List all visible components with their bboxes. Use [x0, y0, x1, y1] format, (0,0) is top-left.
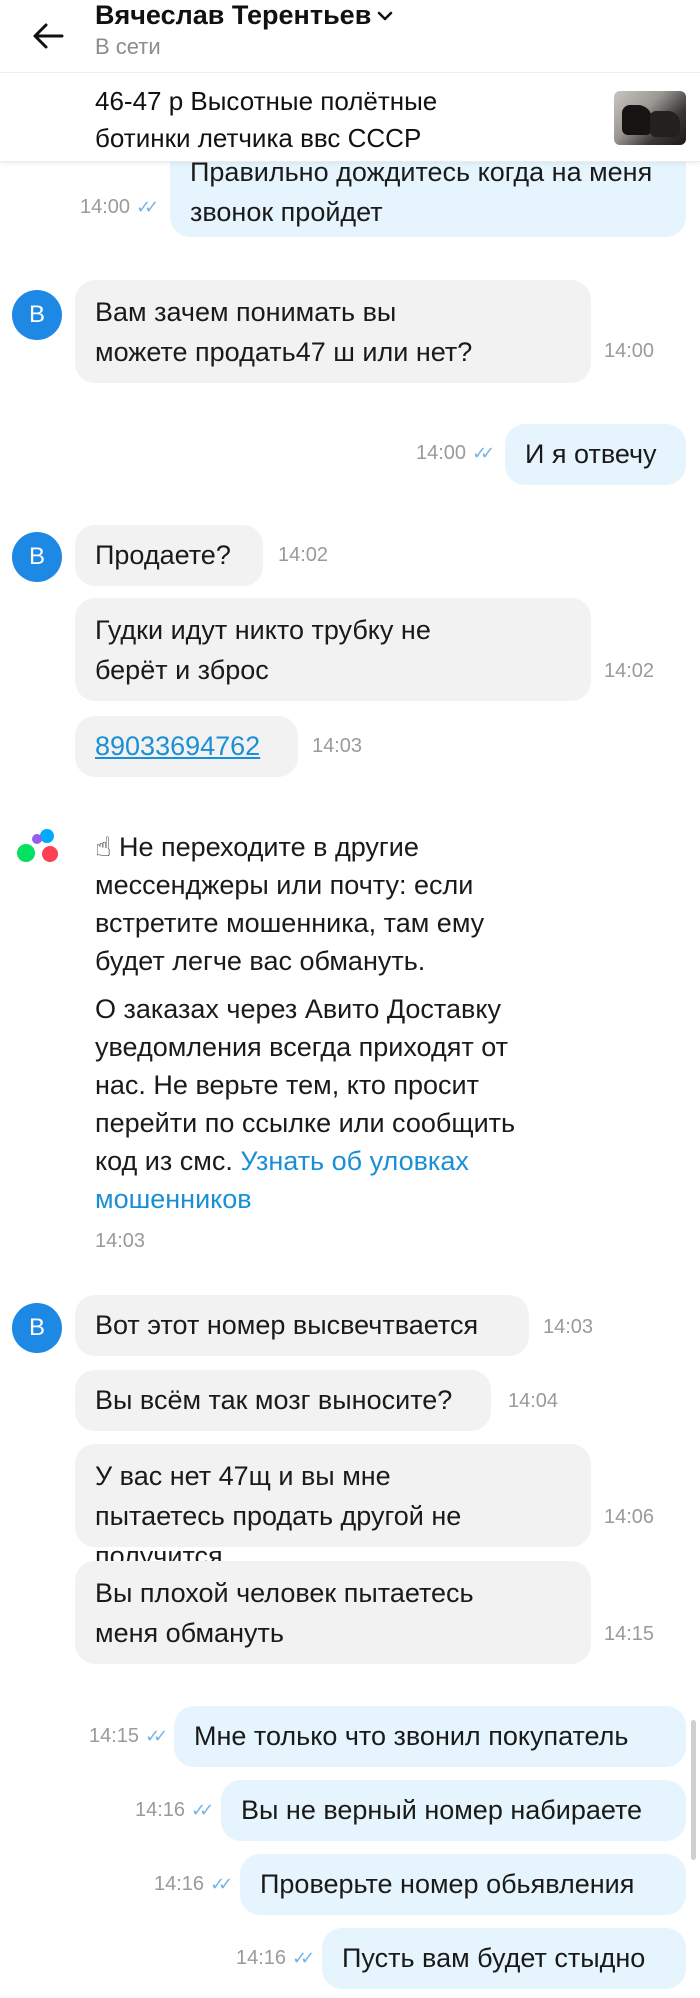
message-outgoing[interactable]: Проверьте номер обьявления — [240, 1854, 686, 1915]
message-incoming[interactable]: Вот этот номер высвечтвается — [75, 1295, 529, 1356]
message-outgoing[interactable]: Вы не верный номер набираете — [221, 1780, 686, 1841]
listing-title: 46-47 р Высотные полётные ботинки летчик… — [95, 86, 438, 153]
time-text: 14:16 — [154, 1873, 205, 1895]
chat-header: Вячеслав Терентьев В сети — [0, 0, 700, 72]
message-incoming[interactable]: Вы плохой человек пытаетесь меня обманут… — [75, 1561, 591, 1664]
message-text: Пусть вам будет стыдно — [342, 1943, 646, 1973]
system-warning: ☝ Не переходите в другие мессенджеры или… — [95, 828, 535, 980]
message-time: 14:16 ✓✓ — [236, 1947, 315, 1970]
message-incoming[interactable]: Вы всём так мозг выносите? — [75, 1370, 491, 1431]
message-text: И я отвечу — [525, 439, 657, 469]
system-info: О заказах через Авито Доставку уведомлен… — [95, 990, 535, 1218]
avatar[interactable]: В — [12, 532, 62, 582]
time-text: 14:02 — [604, 660, 655, 682]
message-text: Вы всём так мозг выносите? — [95, 1385, 453, 1415]
message-text: Вам зачем понимать вы можете продать47 ш… — [95, 297, 473, 367]
time-text: 14:04 — [508, 1390, 559, 1412]
message-text: Гудки идут никто трубку не берёт и зброс — [95, 615, 431, 685]
message-time: 14:15 — [604, 1623, 654, 1646]
pointing-up-hand-icon: ☝ — [95, 832, 112, 862]
message-time: 14:15 ✓✓ — [89, 1725, 168, 1748]
boot-image — [650, 111, 680, 137]
message-text: Правильно дождитесь когда на меня звонок… — [190, 157, 653, 227]
avatar-letter: В — [28, 1314, 45, 1341]
contact-name[interactable]: Вячеслав Терентьев — [95, 0, 393, 31]
message-time: 14:00 ✓✓ — [416, 442, 495, 465]
double-check-icon: ✓✓ — [145, 1726, 168, 1746]
time-text: 14:06 — [604, 1506, 655, 1528]
message-time: 14:04 — [508, 1390, 558, 1413]
double-check-icon: ✓✓ — [292, 1948, 315, 1968]
message-text: Продаете? — [95, 540, 231, 570]
time-text: 14:16 — [135, 1799, 186, 1821]
time-text: 14:15 — [89, 1725, 140, 1747]
avatar-letter: В — [28, 543, 45, 570]
message-time: 14:03 — [95, 1230, 145, 1253]
double-check-icon: ✓✓ — [472, 443, 495, 463]
avatar[interactable]: В — [12, 1303, 62, 1353]
time-text: 14:03 — [95, 1230, 146, 1252]
message-incoming[interactable]: Продаете? — [75, 525, 263, 586]
message-incoming[interactable]: Вам зачем понимать вы можете продать47 ш… — [75, 280, 591, 383]
time-text: 14:00 — [80, 196, 131, 218]
boot-image — [622, 105, 652, 135]
message-outgoing[interactable]: Пусть вам будет стыдно — [322, 1928, 686, 1989]
listing-card[interactable]: 46-47 р Высотные полётные ботинки летчик… — [0, 72, 700, 162]
message-time: 14:03 — [312, 735, 362, 758]
avito-dots-icon — [14, 826, 64, 866]
phone-link[interactable]: 89033694762 — [95, 731, 260, 761]
contact-name-text: Вячеслав Терентьев — [95, 0, 372, 30]
double-check-icon: ✓✓ — [136, 197, 159, 217]
arrow-left-icon — [33, 23, 64, 49]
message-text: Вот этот номер высвечтвается — [95, 1310, 479, 1340]
message-incoming[interactable]: Гудки идут никто трубку не берёт и зброс — [75, 598, 591, 701]
message-incoming[interactable]: У вас нет 47щ и вы мне пытаетесь продать… — [75, 1444, 591, 1571]
time-text: 14:00 — [604, 340, 655, 362]
time-text: 14:03 — [312, 735, 363, 757]
message-time: 14:02 — [278, 544, 328, 567]
double-check-icon: ✓✓ — [210, 1874, 233, 1894]
avatar[interactable]: В — [12, 290, 62, 340]
chevron-down-icon[interactable] — [377, 10, 393, 22]
time-text: 14:03 — [543, 1316, 594, 1338]
message-time: 14:03 — [543, 1316, 593, 1339]
message-incoming[interactable]: 89033694762 — [75, 716, 298, 777]
message-text: Мне только что звонил покупатель — [194, 1721, 629, 1751]
message-text: Вы не верный номер набираете — [241, 1795, 643, 1825]
back-button[interactable] — [28, 16, 68, 56]
scrollbar[interactable] — [691, 1720, 696, 1860]
chat-area[interactable]: Правильно дождитесь когда на меня звонок… — [0, 0, 700, 1998]
message-text: Проверьте номер обьявления — [260, 1869, 635, 1899]
message-text: Вы плохой человек пытаетесь меня обманут… — [95, 1578, 474, 1648]
message-time: 14:00 ✓✓ — [80, 196, 159, 219]
message-time: 14:16 ✓✓ — [154, 1873, 233, 1896]
message-outgoing[interactable]: Мне только что звонил покупатель — [174, 1706, 686, 1767]
listing-thumbnail[interactable] — [614, 91, 686, 145]
time-text: 14:15 — [604, 1623, 655, 1645]
time-text: 14:02 — [278, 544, 329, 566]
message-time: 14:02 — [604, 660, 654, 683]
avatar-letter: В — [28, 301, 45, 328]
contact-status: В сети — [95, 34, 161, 59]
message-time: 14:16 ✓✓ — [135, 1799, 214, 1822]
double-check-icon: ✓✓ — [191, 1800, 214, 1820]
warning-text: Не переходите в другие мессенджеры или п… — [95, 832, 485, 976]
time-text: 14:00 — [416, 442, 467, 464]
message-time: 14:00 — [604, 340, 654, 363]
time-text: 14:16 — [236, 1947, 287, 1969]
message-outgoing[interactable]: И я отвечу — [505, 424, 686, 485]
message-time: 14:06 — [604, 1506, 654, 1529]
message-text: У вас нет 47щ и вы мне пытаетесь продать… — [95, 1461, 462, 1571]
